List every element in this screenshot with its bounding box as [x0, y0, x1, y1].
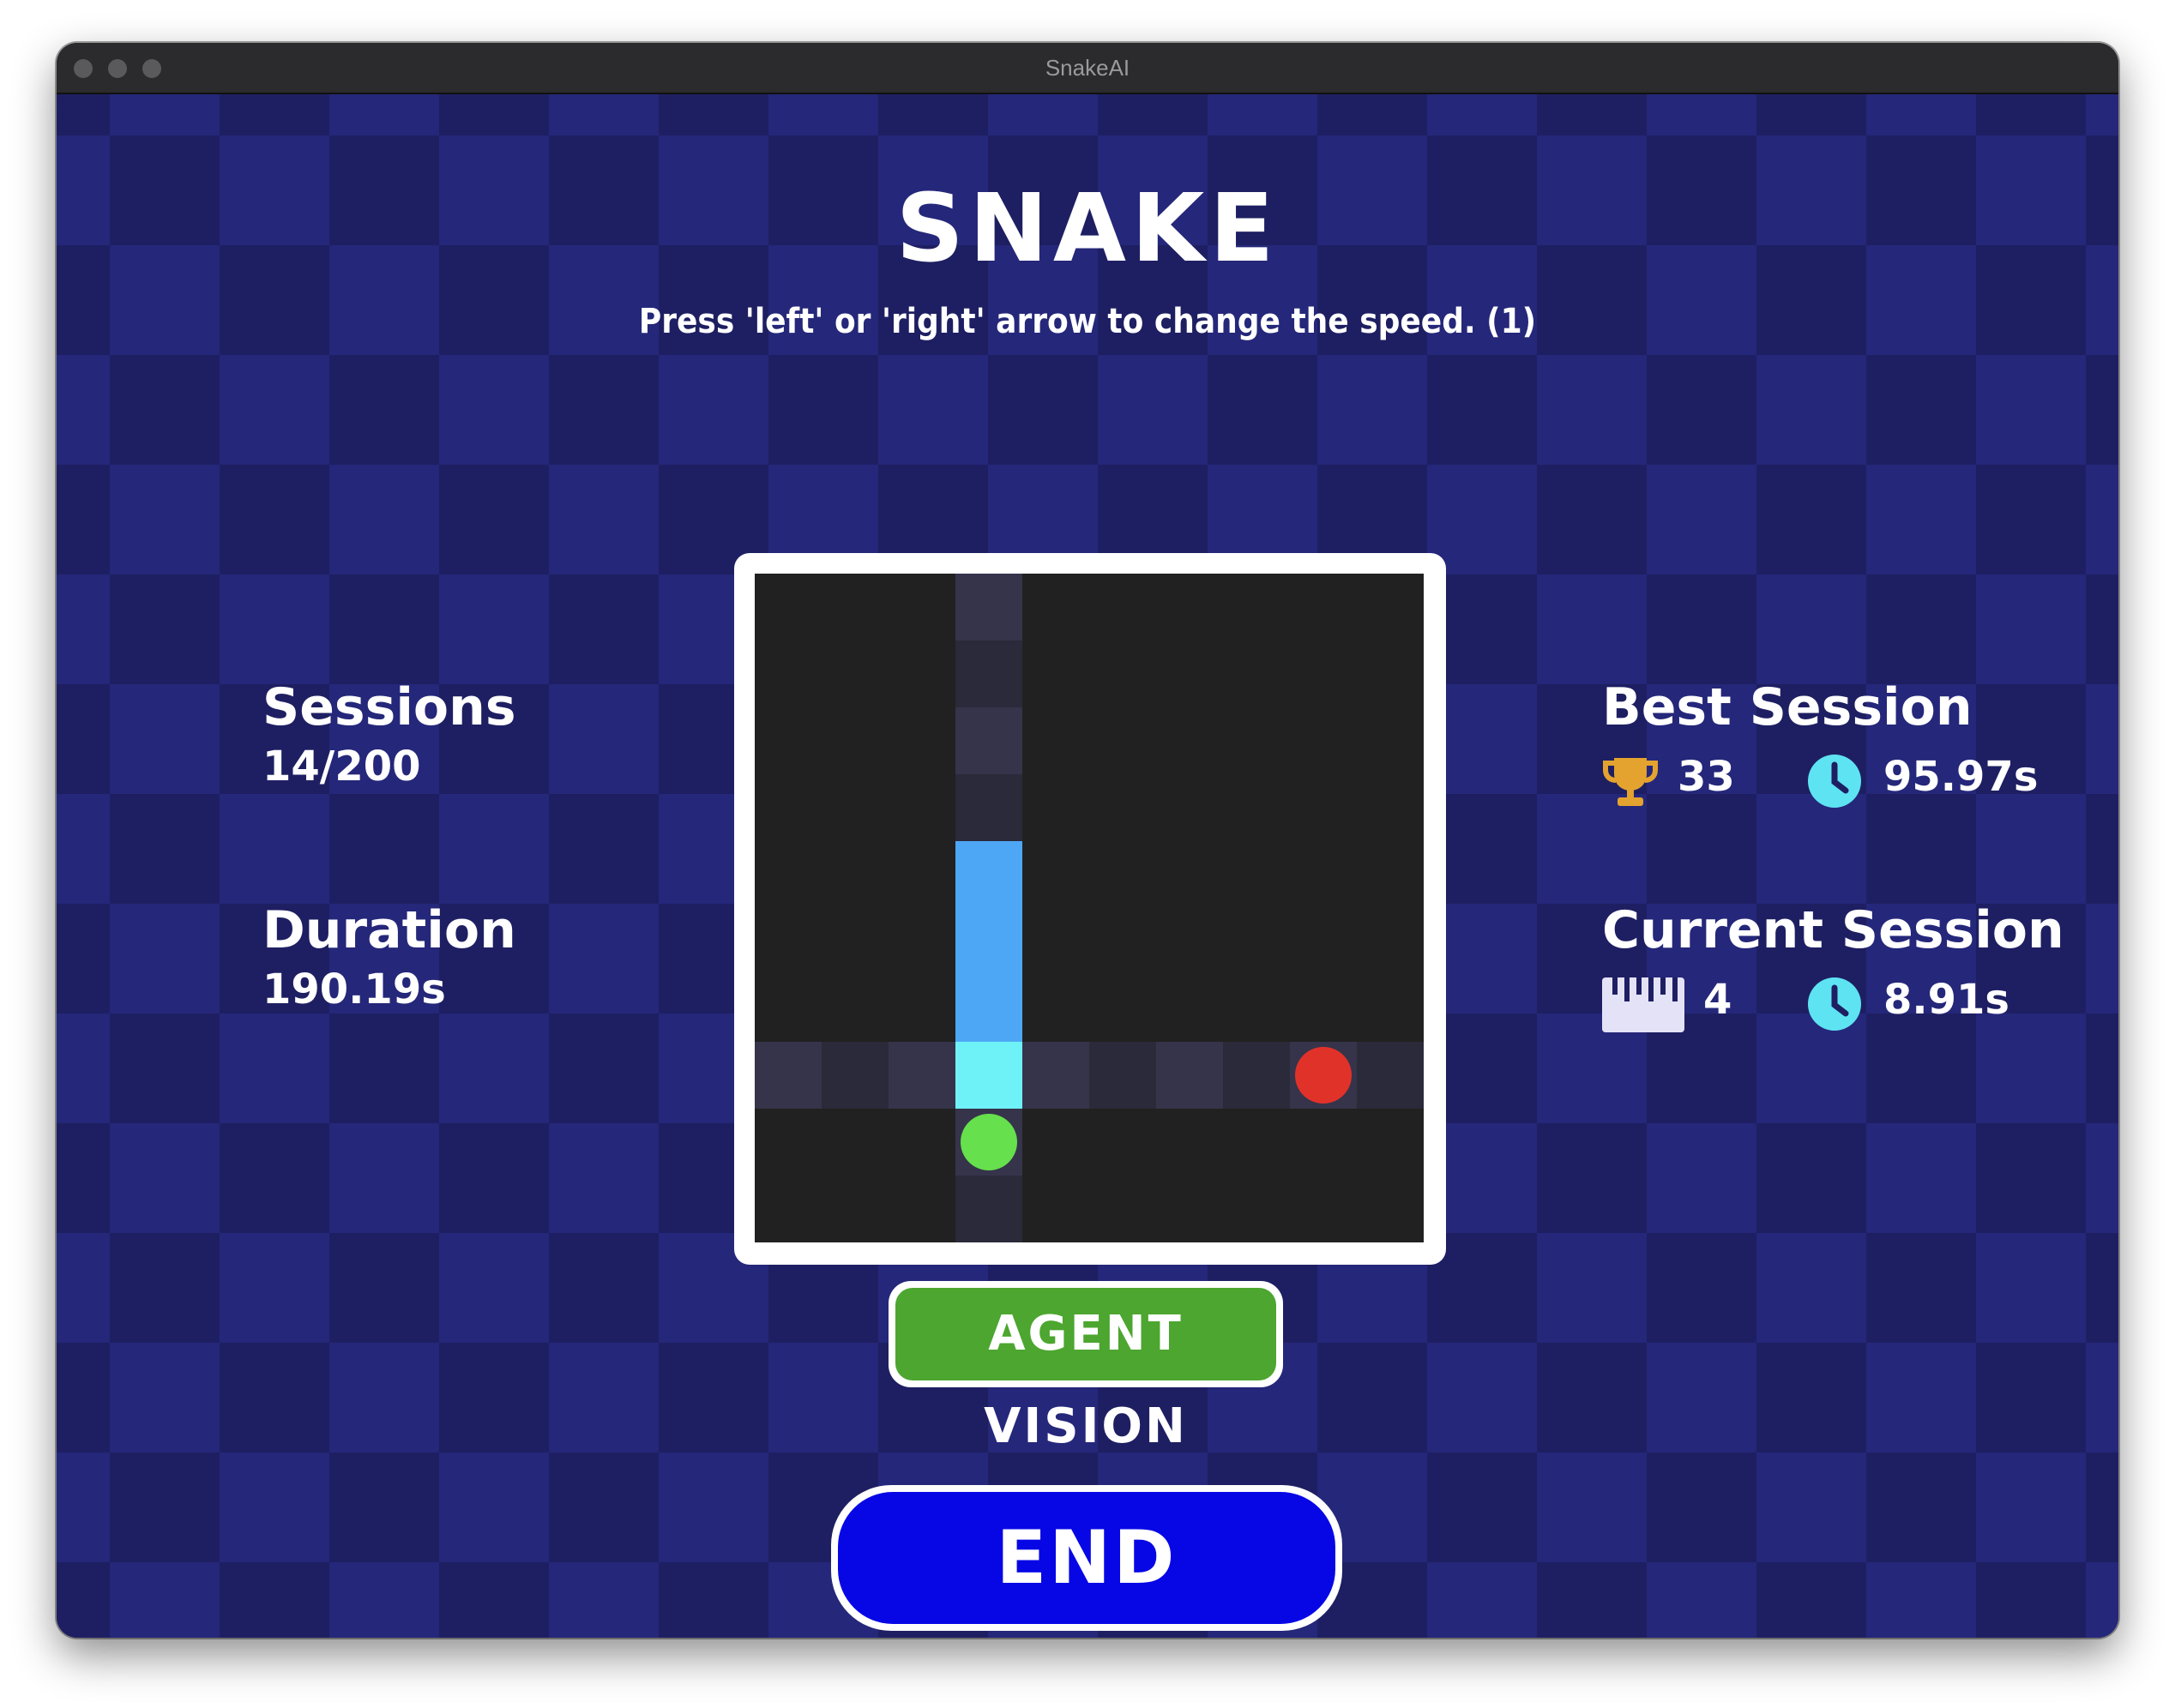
game-title: SNAKE: [895, 173, 1280, 283]
app-window: SnakeAI SNAKE Press 'left' or 'right' ar…: [57, 43, 2118, 1638]
vision-row-cell: [1022, 1042, 1089, 1109]
vision-column-cell: [955, 1176, 1022, 1242]
vision-row-cell: [755, 1042, 822, 1109]
end-session-button[interactable]: END SESSION: [831, 1485, 1342, 1631]
clock-icon: [1808, 755, 1861, 808]
vision-column-cell: [955, 574, 1022, 640]
game-board-frame: [734, 553, 1446, 1265]
best-session-label: Best Session: [1602, 677, 1973, 737]
vision-column-cell: [955, 640, 1022, 707]
vision-row-cell: [822, 1042, 889, 1109]
sessions-value: 14/200: [262, 743, 421, 791]
snake-body-segment: [955, 908, 1022, 975]
vision-column-cell: [955, 774, 1022, 841]
vision-row-cell: [1357, 1042, 1424, 1109]
game-board[interactable]: [755, 574, 1424, 1242]
best-score-value: 33: [1678, 753, 1735, 801]
window-title: SnakeAI: [1045, 55, 1130, 81]
current-length-value: 4: [1703, 976, 1732, 1024]
sessions-label: Sessions: [262, 677, 516, 737]
vision-row-cell: [1223, 1042, 1290, 1109]
red-food: [1295, 1047, 1352, 1104]
agent-vision-button[interactable]: AGENT VISION: [889, 1281, 1283, 1454]
duration-value: 190.19s: [262, 965, 446, 1013]
current-time-value: 8.91s: [1883, 976, 2009, 1024]
snake-body-segment: [955, 975, 1022, 1042]
best-time-value: 95.97s: [1883, 753, 2039, 801]
vision-row-cell: [1089, 1042, 1156, 1109]
speed-hint: Press 'left' or 'right' arrow to change …: [638, 302, 1537, 341]
vision-column-cell: [955, 707, 1022, 774]
end-session-label: END SESSION: [838, 1492, 1335, 1624]
title-bar: SnakeAI: [57, 43, 2118, 94]
game-screen: SNAKE Press 'left' or 'right' arrow to c…: [57, 94, 2118, 1638]
current-session-label: Current Session: [1602, 900, 2064, 960]
snake-head: [955, 1042, 1022, 1109]
snake-body-segment: [955, 841, 1022, 908]
green-food: [961, 1114, 1017, 1170]
agent-vision-label: AGENT VISION: [895, 1288, 1276, 1454]
duration-label: Duration: [262, 900, 516, 960]
trophy-icon: [1603, 758, 1658, 806]
clock-icon: [1808, 977, 1861, 1031]
vision-row-cell: [889, 1042, 955, 1109]
ruler-icon: [1602, 977, 1684, 1032]
vision-row-cell: [1156, 1042, 1223, 1109]
